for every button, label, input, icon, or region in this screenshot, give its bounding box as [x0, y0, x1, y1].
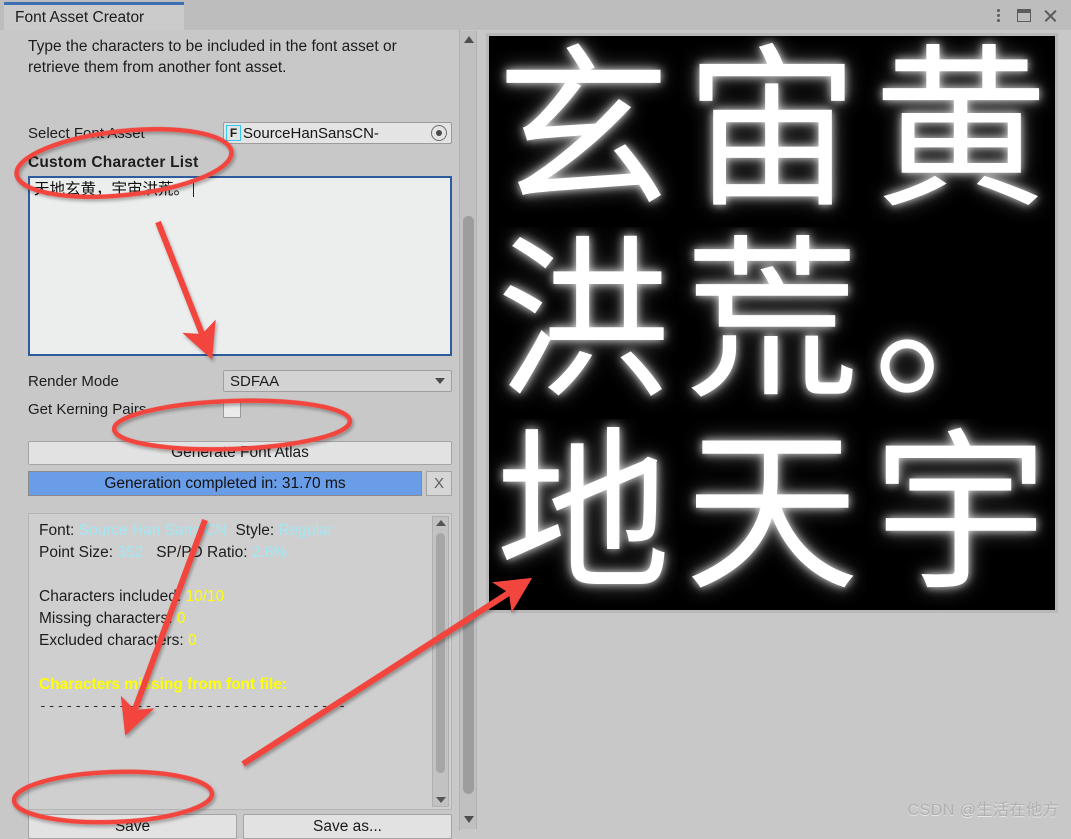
point-size-value: 352 [117, 544, 144, 561]
panel-scroll-thumb[interactable] [463, 216, 474, 794]
select-font-asset-value: SourceHanSansCN- [243, 124, 379, 142]
atlas-glyph: 地 [495, 418, 671, 610]
help-text: Type the characters to be included in th… [28, 38, 397, 76]
atlas-glyph: 玄 [495, 36, 671, 228]
point-size-label: Point Size: [39, 544, 114, 561]
save-buttons-row: Save Save as... [28, 814, 452, 839]
font-value: Source Han Sans CN [78, 522, 227, 539]
close-icon[interactable] [1039, 4, 1061, 26]
text-caret [193, 180, 195, 197]
excluded-characters-label: Excluded characters: [39, 632, 184, 649]
atlas-glyph: 宙 [684, 36, 860, 228]
watermark: CSDN @生活在他方 [907, 802, 1059, 819]
generation-info-text: Font: Source Han Sans CN Style: Regular … [39, 520, 424, 718]
atlas-glyph: 天 [684, 418, 860, 610]
missing-characters-value: 0 [176, 610, 186, 627]
get-kerning-pairs-row: Get Kerning Pairs [28, 400, 452, 418]
chevron-down-icon [435, 378, 445, 384]
atlas-glyph: 宇 [873, 418, 1049, 610]
maximize-glyph [1017, 8, 1031, 22]
style-label: Style: [235, 522, 275, 539]
menu-dots-icon[interactable] [987, 4, 1009, 26]
cancel-generation-button[interactable]: X [426, 471, 452, 496]
info-scroll-thumb[interactable] [435, 533, 445, 773]
scroll-up-arrow-icon[interactable] [436, 520, 446, 526]
font-atlas-preview[interactable]: 玄 宙 黄 洪 荒 。 地 天 宇 [486, 33, 1058, 613]
font-label: Font: [39, 522, 75, 539]
object-picker-icon[interactable] [431, 125, 447, 141]
save-button[interactable]: Save [28, 814, 237, 839]
close-glyph [1043, 8, 1058, 23]
render-mode-value: SDFAA [230, 372, 280, 390]
panel-scroll-down-arrow-icon[interactable] [464, 816, 474, 823]
cancel-generation-label: X [433, 475, 444, 492]
generation-progress-bar: Generation completed in: 31.70 ms [28, 471, 422, 496]
select-font-asset-row: Select Font Asset F SourceHanSansCN- [28, 122, 452, 144]
ratio-value: 2.6% [251, 544, 288, 561]
info-separator: ----------------------------------- [39, 699, 348, 714]
generation-progress-row: Generation completed in: 31.70 ms X [28, 471, 452, 496]
custom-character-list-label: Custom Character List [28, 154, 199, 171]
panel-scroll-up-arrow-icon[interactable] [464, 36, 474, 43]
info-box-scrollbar[interactable] [432, 516, 449, 807]
custom-character-list-input[interactable]: 天地玄黄，宇宙洪荒。 [28, 176, 452, 356]
inspector-panel-scrollbar[interactable] [459, 31, 477, 829]
save-as-button[interactable]: Save as... [243, 814, 452, 839]
missing-characters-label: Missing characters: [39, 610, 173, 627]
characters-included-value: 10/10 [185, 588, 225, 605]
custom-character-list-value: 天地玄黄，宇宙洪荒。 [34, 181, 190, 198]
excluded-characters-value: 0 [188, 632, 197, 649]
render-mode-row: Render Mode SDFAA [28, 370, 452, 392]
inspector-panel: Type the characters to be included in th… [0, 30, 460, 839]
get-kerning-pairs-label: Get Kerning Pairs [28, 400, 147, 418]
select-font-asset-field[interactable]: F SourceHanSansCN- [223, 122, 452, 144]
menu-dots-glyph [996, 8, 1000, 22]
window-titlebar: Font Asset Creator [0, 0, 1071, 30]
tab-font-asset-creator[interactable]: Font Asset Creator [4, 2, 184, 30]
scroll-down-arrow-icon[interactable] [436, 797, 446, 803]
font-atlas-glyph-grid: 玄 宙 黄 洪 荒 。 地 天 宇 [489, 36, 1055, 610]
atlas-glyph: 洪 [495, 227, 671, 419]
tab-label: Font Asset Creator [15, 8, 145, 26]
generate-font-atlas-label: Generate Font Atlas [171, 444, 309, 461]
atlas-glyph: 。 [873, 227, 1049, 419]
ratio-label: SP/PD Ratio: [156, 544, 248, 561]
atlas-glyph: 黄 [873, 36, 1049, 228]
characters-included-label: Characters included: [39, 588, 182, 605]
missing-from-font-file-heading: Characters missing from font file: [39, 676, 288, 693]
save-as-button-label: Save as... [313, 817, 382, 835]
inspector-content: Type the characters to be included in th… [10, 30, 452, 839]
render-mode-label: Render Mode [28, 372, 119, 390]
generation-progress-label: Generation completed in: 31.70 ms [104, 474, 346, 492]
generate-font-atlas-button[interactable]: Generate Font Atlas [28, 441, 452, 465]
select-font-asset-label: Select Font Asset [28, 124, 145, 142]
font-asset-icon: F [226, 125, 241, 141]
get-kerning-pairs-checkbox[interactable] [223, 400, 241, 418]
maximize-icon[interactable] [1013, 4, 1035, 26]
save-button-label: Save [114, 817, 151, 835]
render-mode-dropdown[interactable]: SDFAA [223, 370, 452, 392]
generation-info-box: Font: Source Han Sans CN Style: Regular … [28, 513, 452, 810]
atlas-glyph: 荒 [684, 227, 860, 419]
style-value: Regular [278, 522, 333, 539]
